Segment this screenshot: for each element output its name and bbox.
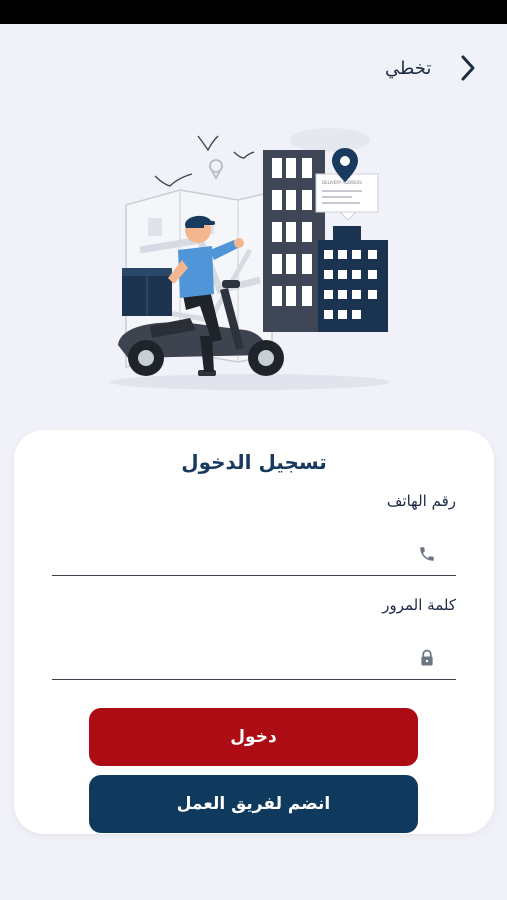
status-bar — [0, 0, 507, 24]
password-input[interactable] — [52, 637, 422, 677]
password-label: كلمة المرور — [382, 596, 456, 614]
skip-label: تخطي — [385, 57, 432, 79]
phone-icon — [420, 547, 434, 561]
password-field — [52, 637, 456, 680]
phone-field — [52, 533, 456, 576]
building-navy — [318, 226, 388, 332]
login-title: تسجيل الدخول — [181, 450, 327, 474]
join-team-button[interactable]: انضم لفريق العمل — [89, 775, 418, 833]
phone-label: رقم الهاتف — [386, 492, 456, 510]
chevron-right-icon — [461, 55, 475, 81]
lock-icon — [421, 649, 433, 666]
delivery-box — [122, 268, 172, 316]
phone-input[interactable] — [52, 533, 422, 573]
bird-icon — [154, 173, 193, 187]
bird-icon — [233, 151, 255, 159]
map-pin-small-icon — [209, 159, 223, 180]
bird-icon — [197, 135, 219, 152]
delivery-address-card: DELIVERY ADDRESS — [315, 173, 379, 221]
svg-text:DELIVERY ADDRESS: DELIVERY ADDRESS — [322, 180, 362, 185]
login-button[interactable]: دخول — [89, 708, 418, 766]
delivery-illustration: DELIVERY ADDRESS — [110, 128, 390, 390]
login-card: تسجيل الدخول رقم الهاتف كلمة المرور دخول… — [14, 430, 494, 834]
skip-button[interactable]: تخطي — [385, 48, 479, 88]
